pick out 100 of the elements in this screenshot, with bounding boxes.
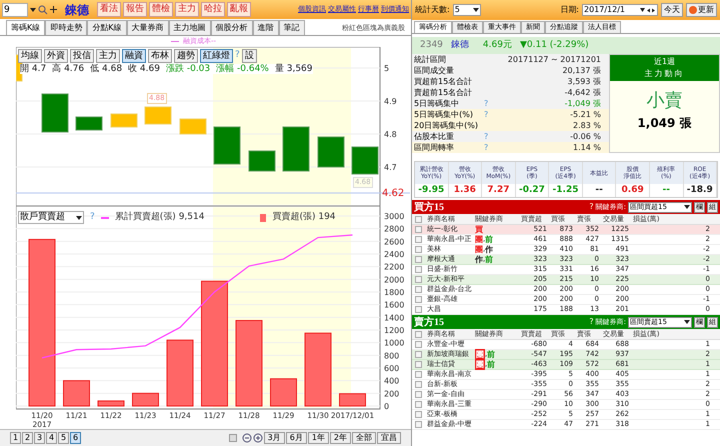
caret-icon[interactable] bbox=[472, 8, 479, 12]
caret-icon[interactable] bbox=[30, 8, 36, 12]
row-checkbox[interactable] bbox=[415, 246, 422, 253]
indicator-toggle[interactable]: 主力 bbox=[96, 49, 120, 63]
row-checkbox[interactable] bbox=[415, 266, 422, 273]
row-checkbox[interactable] bbox=[415, 371, 422, 378]
page-button[interactable]: 6 bbox=[70, 432, 81, 444]
range-button[interactable]: 宜昌 bbox=[377, 432, 401, 444]
settings-button[interactable]: 設 bbox=[242, 49, 257, 63]
stat-value: -5.21 % bbox=[570, 108, 602, 120]
function-button[interactable]: 哈拉 bbox=[201, 2, 225, 17]
page-button[interactable]: 1 bbox=[10, 432, 21, 444]
search-icon[interactable] bbox=[38, 4, 48, 14]
indicator-toggle[interactable]: 外資 bbox=[44, 49, 68, 63]
row-checkbox[interactable] bbox=[415, 236, 422, 243]
broker-tag: 團 bbox=[475, 244, 483, 256]
today-button[interactable]: 今天 bbox=[661, 3, 683, 17]
last-price-label: 4.62 bbox=[382, 187, 404, 201]
row-checkbox[interactable] bbox=[415, 361, 422, 368]
select-all-checkbox[interactable] bbox=[415, 216, 422, 222]
broker-tag: 前 bbox=[487, 348, 496, 360]
stock-code-field[interactable]: 9 bbox=[2, 2, 28, 16]
indicator-toggle[interactable]: 融資 bbox=[122, 49, 146, 63]
zoom-out-icon[interactable] bbox=[242, 433, 252, 443]
refresh-icon bbox=[689, 6, 697, 14]
series-select[interactable]: 散戶買賣超 bbox=[18, 211, 84, 224]
row-checkbox[interactable] bbox=[415, 296, 422, 303]
row-checkbox[interactable] bbox=[415, 381, 422, 388]
page-button[interactable]: 4 bbox=[46, 432, 57, 444]
chart-tab[interactable]: 個股分析 bbox=[210, 20, 252, 35]
range-button[interactable]: 2年 bbox=[330, 432, 351, 444]
y-tick-label: 800 bbox=[384, 351, 400, 360]
price-change: ▼0.11 (-2.29%) bbox=[520, 38, 589, 52]
candle bbox=[248, 150, 276, 172]
indicator-toggle[interactable]: 紅綠燈 bbox=[200, 49, 233, 63]
date-nav-icon[interactable] bbox=[640, 8, 656, 12]
stat-label: 20日籌碼集中(%) bbox=[414, 120, 480, 132]
trend-title: 主力動向 bbox=[644, 68, 684, 80]
indicator-toggle[interactable]: 均線 bbox=[18, 49, 42, 63]
row-checkbox[interactable] bbox=[415, 306, 422, 313]
row-checkbox[interactable] bbox=[415, 401, 422, 408]
row-checkbox[interactable] bbox=[415, 341, 422, 348]
candle bbox=[318, 136, 344, 168]
page-button[interactable]: 5 bbox=[58, 432, 69, 444]
indicator-toggle[interactable]: 布林 bbox=[148, 49, 172, 63]
stat-label: 佔股本比重 bbox=[414, 130, 455, 142]
y-tick-label: 2200 bbox=[384, 262, 404, 272]
indicator-toggle[interactable]: 趨勢 bbox=[174, 49, 198, 63]
chart-tab[interactable]: 分點K線 bbox=[87, 20, 126, 35]
page-button[interactable]: 3 bbox=[34, 432, 45, 444]
chart-tab[interactable]: 大量券商 bbox=[126, 20, 168, 35]
broker-tag: 前 bbox=[485, 234, 494, 246]
broker-tag: 作 bbox=[485, 244, 494, 256]
broker-tag: 買 bbox=[475, 224, 483, 236]
price-stat: 收 4.69 bbox=[128, 64, 160, 74]
candle bbox=[144, 106, 172, 124]
chart-tab[interactable]: 主力地圖 bbox=[168, 20, 210, 35]
range-button[interactable]: 3月 bbox=[264, 432, 285, 444]
stat-label: 區間成交量 bbox=[414, 64, 455, 76]
help-icon[interactable]: ? bbox=[589, 201, 594, 213]
function-button[interactable]: 體檢 bbox=[149, 2, 173, 17]
y-tick-label: 1800 bbox=[384, 288, 404, 297]
row-checkbox[interactable] bbox=[415, 256, 422, 263]
range-button[interactable]: 6月 bbox=[286, 432, 307, 444]
trend-direction: 小賣 bbox=[646, 89, 684, 113]
chart-tab[interactable]: 進階 bbox=[252, 20, 278, 35]
row-checkbox[interactable] bbox=[415, 276, 422, 283]
range-button[interactable]: 全部 bbox=[352, 432, 376, 444]
chart-tab[interactable]: 籌碼K線 bbox=[6, 20, 46, 35]
stat-value: 3,593 張 bbox=[568, 76, 602, 88]
row-checkbox[interactable] bbox=[415, 421, 422, 428]
caret-icon[interactable] bbox=[684, 320, 690, 324]
row-checkbox[interactable] bbox=[415, 226, 422, 233]
select-all-checkbox[interactable] bbox=[415, 330, 422, 338]
stat-value: 2.83 % bbox=[573, 120, 602, 132]
row-checkbox[interactable] bbox=[415, 391, 422, 398]
metric-value: -1.25 bbox=[552, 184, 578, 197]
y-tick-label: 1200 bbox=[384, 326, 404, 335]
date-field[interactable]: 2017/12/1 bbox=[582, 4, 658, 16]
y-tick-label: 400 bbox=[384, 376, 400, 386]
page-button[interactable]: 2 bbox=[22, 432, 33, 444]
row-checkbox[interactable] bbox=[415, 351, 422, 358]
function-button[interactable]: 亂報 bbox=[227, 2, 251, 17]
scrollbar-icon[interactable] bbox=[228, 434, 237, 442]
refresh-button[interactable]: 更新 bbox=[686, 3, 717, 17]
function-button[interactable]: 報告 bbox=[123, 2, 147, 17]
chart-tab[interactable]: 筆記 bbox=[278, 20, 304, 35]
function-button[interactable]: 看法 bbox=[97, 2, 121, 17]
range-button[interactable]: 1年 bbox=[308, 432, 329, 444]
row-checkbox[interactable] bbox=[415, 286, 422, 293]
indicator-toggle[interactable]: 投信 bbox=[70, 49, 94, 63]
add-icon[interactable] bbox=[50, 6, 57, 13]
caret-icon[interactable] bbox=[684, 205, 690, 209]
days-select[interactable]: 5 bbox=[452, 4, 481, 16]
row-checkbox[interactable] bbox=[415, 411, 422, 418]
help-icon[interactable]: ? bbox=[589, 316, 594, 328]
chart-tab[interactable]: 即時走勢 bbox=[45, 20, 88, 35]
function-button[interactable]: 主力 bbox=[175, 2, 199, 17]
caret-icon[interactable] bbox=[76, 216, 82, 220]
zoom-in-icon[interactable] bbox=[252, 433, 263, 443]
